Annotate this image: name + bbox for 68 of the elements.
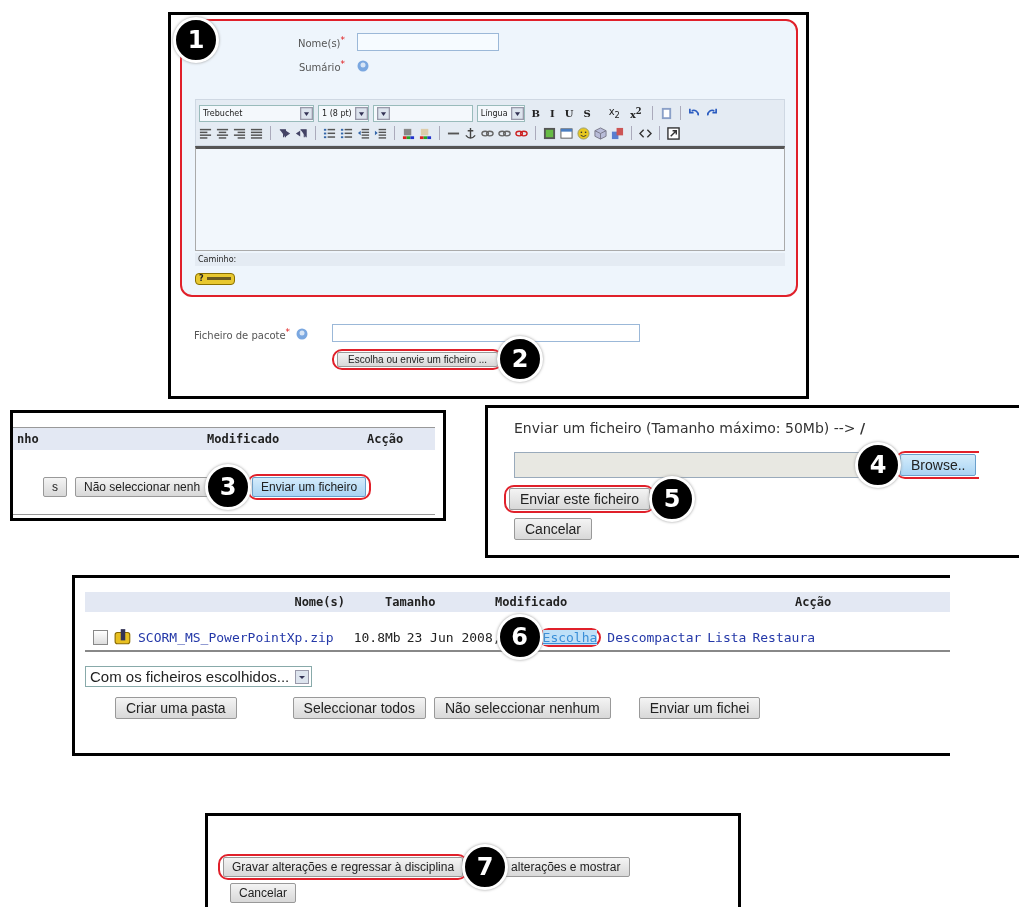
editor-dropdown[interactable]: Trebuchet	[199, 104, 314, 122]
choose-file-button[interactable]: Escolha ou envie um ficheiro ...	[337, 351, 499, 367]
save-and-return-button[interactable]: Gravar alterações e regressar à disciplina	[223, 857, 464, 877]
field-label: Sumário$^{*}$	[297, 59, 345, 74]
help-badge[interactable]: ?	[195, 272, 235, 285]
step-badge: 3	[205, 464, 252, 510]
format-button[interactable]: U	[561, 107, 577, 119]
upload-title: Enviar um ficheiro (Tamanho máximo: 50Mb) --> /	[514, 420, 866, 436]
cancel-button[interactable]: Cancelar	[514, 518, 593, 540]
column-header: Nome(s)	[293, 595, 346, 609]
table-icon[interactable]	[560, 126, 573, 140]
column-header: Tamanho	[385, 595, 437, 609]
column-header: Modificado	[495, 595, 569, 609]
field-label: Nome(s)$^{*}$	[297, 34, 345, 50]
file-action-button[interactable]: Enviar um fichei	[638, 697, 761, 719]
file-action-button[interactable]: Não seleccionar nenhum	[433, 697, 611, 719]
align-center-icon[interactable]	[216, 126, 229, 140]
align-left-icon[interactable]	[199, 126, 212, 140]
browse-button[interactable]: Browse..	[900, 454, 977, 476]
row-checkbox[interactable]	[93, 629, 108, 645]
field-label: Ficheiro de pacote$^{*}$	[194, 327, 291, 342]
text-color-icon[interactable]	[402, 126, 415, 140]
file-link[interactable]: SCORM_MS_PowerPointXp.zip	[138, 629, 334, 645]
step-badge: 7	[462, 844, 509, 890]
file-size: 10.8Mb	[353, 629, 401, 645]
archive-icon	[114, 628, 132, 646]
image-icon[interactable]	[543, 126, 556, 140]
file-path-field[interactable]	[514, 452, 861, 478]
step-badge: 1	[173, 17, 219, 63]
format-button[interactable]: S	[580, 107, 594, 119]
column-header: Modificado	[207, 432, 281, 446]
column-header: Acção	[367, 432, 404, 446]
editor-dropdown[interactable]: Língua	[476, 104, 525, 122]
indent-icon[interactable]	[374, 126, 387, 140]
search-replace-icon[interactable]	[611, 126, 624, 140]
bulk-action-dropdown[interactable]: Com os ficheiros escolhidos...	[85, 666, 313, 687]
editor-text-area[interactable]	[195, 146, 785, 252]
name-input[interactable]	[357, 33, 499, 51]
format-button[interactable]: x$_{2}$	[605, 106, 623, 121]
background-color-icon[interactable]	[419, 126, 432, 140]
smiley-icon[interactable]	[577, 126, 590, 140]
step-badge: 6	[496, 614, 543, 660]
outdent-icon[interactable]	[357, 126, 370, 140]
column-header: Acção	[795, 595, 832, 609]
cube-icon[interactable]	[594, 126, 607, 140]
file-action-button[interactable]: Criar uma pasta	[115, 697, 237, 719]
format-button[interactable]: B	[528, 107, 543, 119]
bullet-list-icon[interactable]	[340, 126, 353, 140]
package-file-input[interactable]	[332, 324, 641, 342]
anchor-icon[interactable]	[464, 126, 477, 140]
numbered-list-icon[interactable]	[323, 126, 336, 140]
action-link[interactable]: Restaura	[752, 629, 816, 645]
format-button[interactable]: I	[547, 107, 558, 119]
justify-icon[interactable]	[250, 126, 263, 140]
upload-this-file-button[interactable]: Enviar este ficheiro	[509, 488, 651, 510]
action-link[interactable]: Descompactar	[607, 629, 702, 645]
toolbar-button[interactable]: s	[43, 477, 67, 497]
format-button[interactable]: x$^{2}$	[626, 106, 645, 121]
cancel-button[interactable]: Cancelar	[230, 883, 297, 903]
action-link[interactable]: Lista	[707, 629, 747, 645]
fullscreen-icon[interactable]	[667, 126, 680, 140]
editor-dropdown[interactable]: 1 (8 pt)	[318, 104, 369, 122]
align-right-icon[interactable]	[233, 126, 246, 140]
file-action-button[interactable]: Seleccionar todos	[292, 697, 426, 719]
upload-file-button[interactable]: Enviar um ficheiro	[252, 477, 367, 497]
path-label: Caminho:	[195, 253, 785, 267]
column-header: nho	[16, 432, 40, 446]
step-badge: 4	[855, 442, 901, 488]
